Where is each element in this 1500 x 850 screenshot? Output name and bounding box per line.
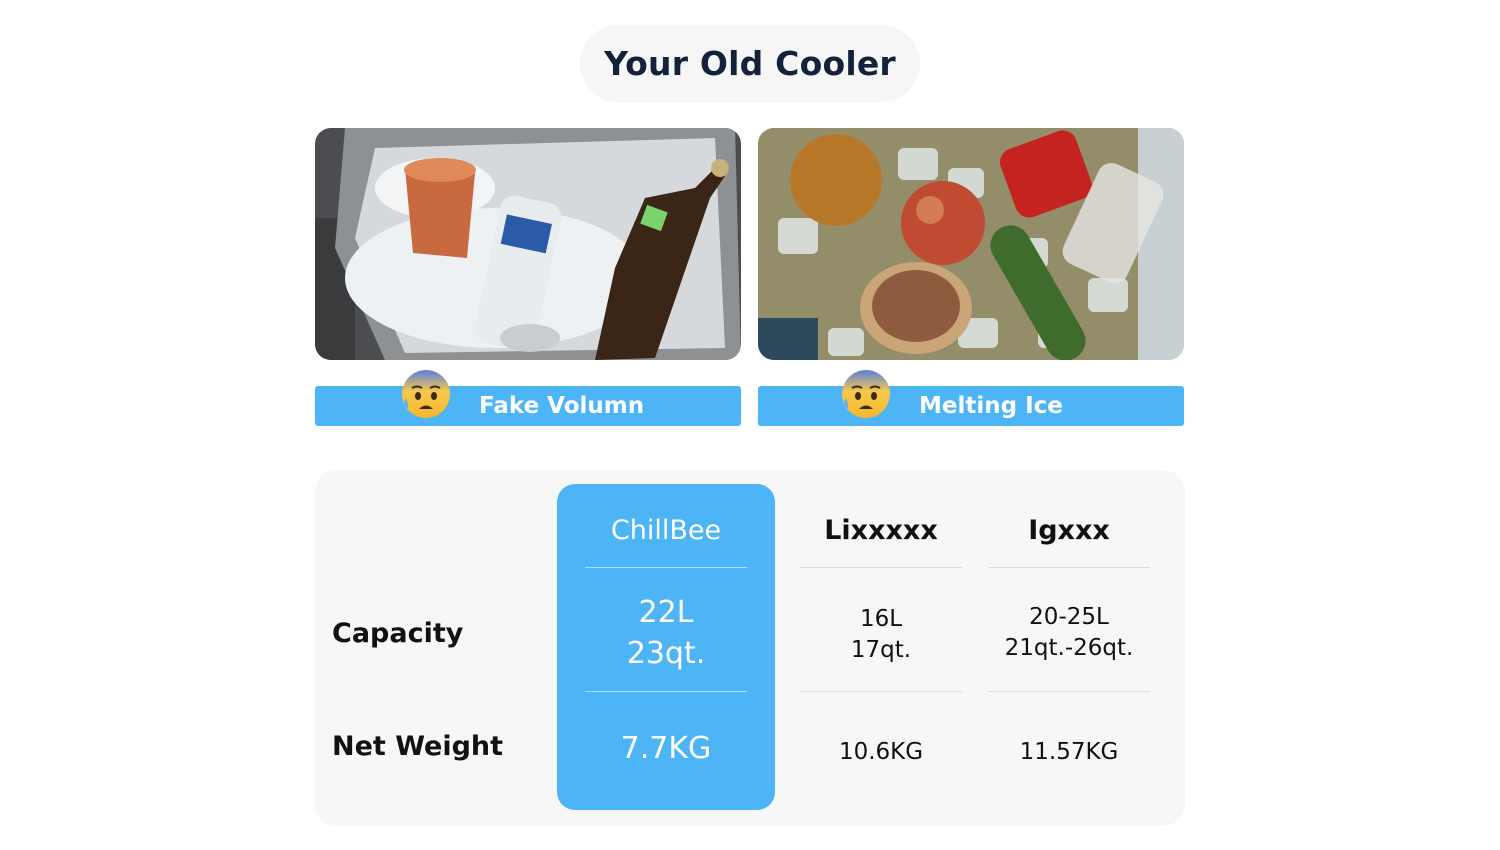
capacity-quarts: 21qt.-26qt. (1004, 635, 1134, 662)
net-weight-lixxxxx: 10.6KG (838, 739, 924, 765)
anxious-sweat-face-icon (402, 370, 450, 418)
page-title: Your Old Cooler (580, 25, 920, 102)
capacity-lixxxxx: 16L 17qt. (800, 604, 962, 666)
anxious-sweat-face-icon (842, 370, 890, 418)
label-text: Melting Ice (919, 393, 1063, 419)
divider (988, 691, 1150, 692)
capacity-quarts: 23qt. (626, 635, 706, 671)
photo-soft-cooler (315, 128, 741, 360)
divider (585, 691, 747, 692)
divider (800, 567, 962, 568)
capacity-liters: 16L (859, 606, 903, 632)
melting-ice-label: Melting Ice (758, 386, 1184, 426)
capacity-liters: 20-25L (1029, 604, 1109, 630)
column-header-lixxxxx: Lixxxxx (824, 515, 938, 546)
net-weight-chillbee: 7.7KG (620, 731, 712, 766)
capacity-igxxx: 20-25L 21qt.-26qt. (988, 602, 1150, 664)
capacity-quarts: 17qt. (850, 637, 912, 664)
label-text: Fake Volumn (479, 393, 645, 419)
capacity-chillbee: 22L 23qt. (557, 593, 775, 674)
column-header-chillbee: ChillBee (610, 515, 722, 546)
capacity-liters: 22L (638, 595, 694, 630)
net-weight-igxxx: 11.57KG (1019, 739, 1119, 765)
row-label-capacity: Capacity (332, 618, 464, 649)
fake-volumn-label: Fake Volumn (315, 386, 741, 426)
row-label-net-weight: Net Weight (332, 731, 504, 762)
column-header-igxxx: Igxxx (1028, 515, 1110, 546)
photo-hard-cooler (758, 128, 1184, 360)
divider (988, 567, 1150, 568)
divider (585, 567, 747, 568)
divider (800, 691, 962, 692)
